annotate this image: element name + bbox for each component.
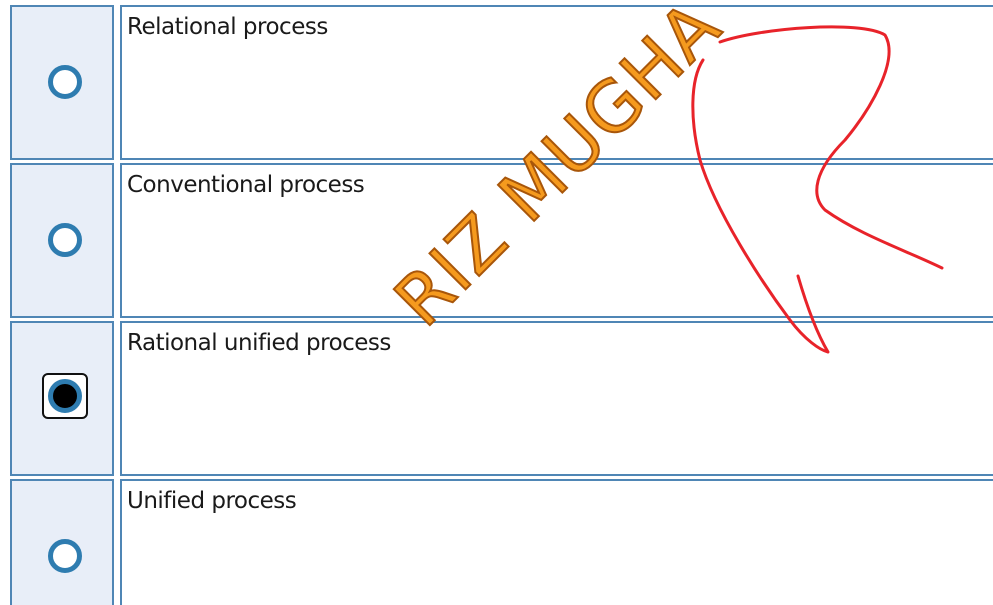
radio-cell[interactable] (10, 5, 114, 160)
option-label-cell[interactable]: Unified process (120, 479, 993, 605)
answer-options: Relational process Conventional process … (10, 5, 993, 605)
option-label: Rational unified process (127, 330, 391, 356)
radio-button-unselected[interactable] (48, 223, 82, 257)
option-label: Conventional process (127, 172, 365, 198)
quiz-page: Relational process Conventional process … (0, 0, 993, 605)
option-label-cell[interactable]: Relational process (120, 5, 993, 160)
option-label-cell[interactable]: Conventional process (120, 163, 993, 318)
answer-option-unified-process[interactable]: Unified process (10, 479, 993, 605)
radio-cell[interactable] (10, 479, 114, 605)
answer-option-relational-process[interactable]: Relational process (10, 5, 993, 160)
radio-button-selected[interactable] (48, 379, 82, 413)
answer-option-rational-unified-process[interactable]: Rational unified process (10, 321, 993, 476)
radio-button-unselected[interactable] (48, 539, 82, 573)
radio-cell[interactable] (10, 163, 114, 318)
radio-button-unselected[interactable] (48, 65, 82, 99)
answer-option-conventional-process[interactable]: Conventional process (10, 163, 993, 318)
option-label: Unified process (127, 488, 297, 514)
option-label: Relational process (127, 14, 328, 40)
option-label-cell[interactable]: Rational unified process (120, 321, 993, 476)
radio-cell[interactable] (10, 321, 114, 476)
radio-focus-box (42, 373, 88, 419)
